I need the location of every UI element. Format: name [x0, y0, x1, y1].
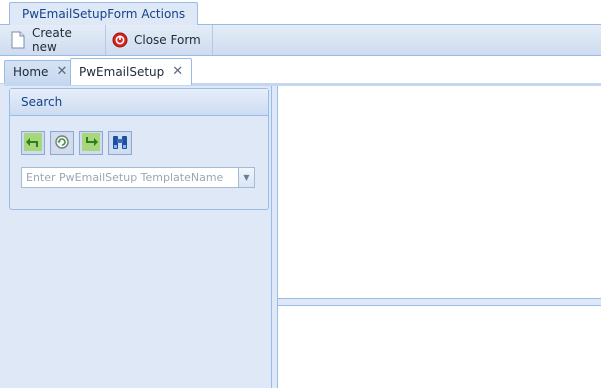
close-icon[interactable]: ✕	[56, 61, 67, 83]
find-button[interactable]	[108, 131, 132, 155]
toolbar-group-create: Create new	[4, 25, 106, 55]
close-form-icon	[112, 31, 128, 49]
create-new-label: Create new	[32, 26, 72, 54]
new-document-icon	[10, 31, 26, 49]
binoculars-icon	[111, 132, 129, 154]
search-panel-title: Search	[10, 89, 268, 116]
tab-pwemailsetup[interactable]: PwEmailSetup ✕	[70, 58, 193, 85]
forward-icon	[82, 132, 100, 154]
close-form-button[interactable]: Close Form	[106, 27, 207, 53]
refresh-icon	[53, 132, 71, 154]
ribbon-tab-label: PwEmailSetupForm Actions	[22, 7, 186, 21]
close-form-label: Close Form	[134, 33, 201, 47]
create-new-button[interactable]: Create new	[4, 26, 105, 54]
tab-pwemailsetup-label: PwEmailSetup	[79, 65, 165, 79]
horizontal-splitter[interactable]	[278, 298, 601, 306]
back-icon	[24, 132, 42, 154]
refresh-button[interactable]	[50, 131, 74, 155]
forward-button[interactable]	[79, 131, 103, 155]
content-pane-top	[278, 86, 601, 298]
tab-home[interactable]: Home ✕	[4, 60, 77, 83]
template-name-combobox[interactable]: ▼	[21, 167, 255, 188]
ribbon-toolbar: Create new Close Form	[0, 25, 601, 56]
template-name-input[interactable]	[22, 168, 238, 187]
document-tabstrip: Home ✕ PwEmailSetup ✕	[0, 56, 601, 86]
chevron-down-icon[interactable]: ▼	[238, 168, 254, 187]
search-panel: Search Enter PwEmailSetup TemplateName ▼	[9, 88, 269, 210]
ribbon-tabstrip: PwEmailSetupForm Actions	[0, 0, 601, 25]
back-button[interactable]	[21, 131, 45, 155]
left-panel: Search Enter PwEmailSetup TemplateName ▼	[4, 86, 272, 388]
toolbar-group-close: Close Form	[106, 25, 213, 55]
tab-home-label: Home	[13, 65, 49, 79]
search-tool-row	[21, 131, 132, 155]
close-icon[interactable]: ✕	[172, 60, 183, 84]
ribbon-tab-actions[interactable]: PwEmailSetupForm Actions	[9, 2, 199, 25]
content-pane-bottom	[278, 306, 601, 388]
vertical-splitter[interactable]	[271, 86, 278, 388]
